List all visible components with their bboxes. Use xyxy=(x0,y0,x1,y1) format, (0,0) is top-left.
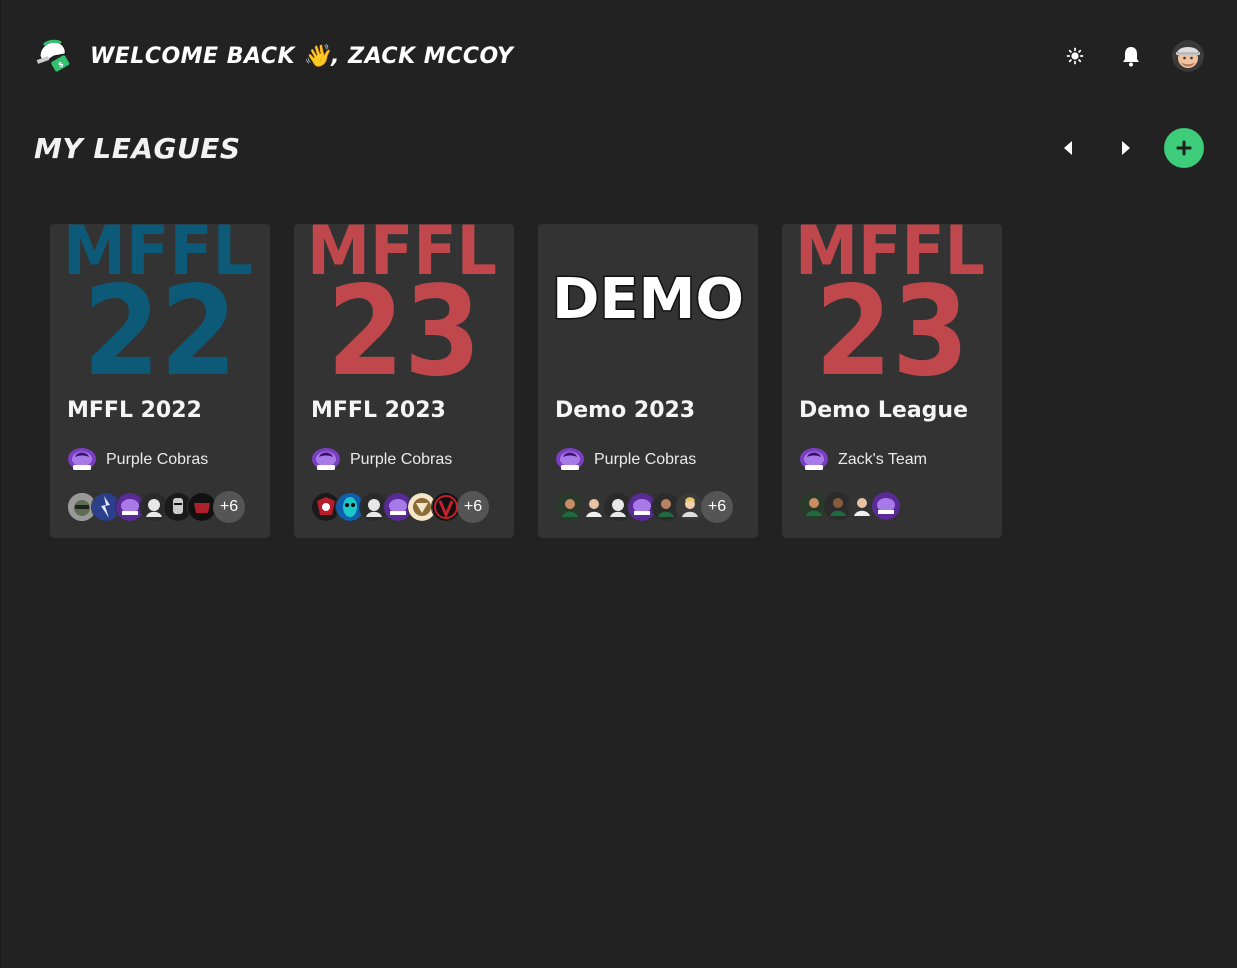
bell-icon xyxy=(1123,47,1139,67)
header-actions xyxy=(1060,40,1204,72)
art-line2: 23 xyxy=(327,260,481,384)
team-name: Purple Cobras xyxy=(350,451,453,468)
plus-icon xyxy=(1176,140,1192,156)
caret-left-icon xyxy=(1064,141,1072,155)
notifications-button[interactable] xyxy=(1116,41,1146,71)
my-team: Zack's Team xyxy=(799,445,927,475)
league-card[interactable]: MFFL 23 Demo League Zack's Team xyxy=(782,224,1002,538)
team-name: Purple Cobras xyxy=(594,451,697,468)
add-league-button[interactable] xyxy=(1164,128,1204,168)
league-image: DEMO xyxy=(551,266,746,334)
league-image: MFFL 23 xyxy=(307,224,497,384)
user-avatar[interactable] xyxy=(1172,40,1204,72)
more-members-badge: +6 xyxy=(213,491,245,523)
league-card[interactable]: DEMO Demo 2023 Purple Cobras +6 xyxy=(538,224,758,538)
app-logo-icon[interactable]: $ xyxy=(34,36,74,76)
league-name: MFFL 2023 xyxy=(311,398,446,423)
my-team: Purple Cobras xyxy=(311,445,452,475)
purple-cobras-logo-icon xyxy=(556,448,584,470)
league-name: Demo League xyxy=(799,398,968,423)
league-card[interactable]: MFFL 23 MFFL 2023 Purple Cobras +6 xyxy=(294,224,514,538)
art-line2: 23 xyxy=(815,260,969,384)
theme-toggle-button[interactable] xyxy=(1060,41,1090,71)
team-name: Zack's Team xyxy=(838,451,928,468)
page: $ Welcome Back 👋, Zack McCoy xyxy=(0,0,1237,968)
league-card[interactable]: MFFL 22 MFFL 2022 Purple Cobras +6 xyxy=(50,224,270,538)
member-avatars: +6 xyxy=(311,491,489,523)
carousel-controls xyxy=(1048,128,1204,168)
top-header: $ Welcome Back 👋, Zack McCoy xyxy=(34,34,1204,78)
art-line2: 22 xyxy=(83,260,237,384)
more-members-badge: +6 xyxy=(457,491,489,523)
league-name: Demo 2023 xyxy=(555,398,696,423)
next-button[interactable] xyxy=(1106,128,1146,168)
league-image: MFFL 23 xyxy=(795,224,985,384)
member-avatars: +6 xyxy=(555,491,733,523)
more-members-badge: +6 xyxy=(701,491,733,523)
my-team: Purple Cobras xyxy=(67,445,208,475)
purple-cobras-logo-icon xyxy=(68,448,96,470)
purple-cobras-logo-icon xyxy=(312,448,340,470)
purple-cobras-logo-icon xyxy=(800,448,828,470)
member-avatar xyxy=(871,491,901,521)
member-avatars xyxy=(799,491,901,521)
my-team: Purple Cobras xyxy=(555,445,696,475)
league-cards: MFFL 22 MFFL 2022 Purple Cobras +6 MFFL … xyxy=(50,224,1002,538)
previous-button[interactable] xyxy=(1048,128,1088,168)
sun-icon xyxy=(1066,47,1084,65)
caret-right-icon xyxy=(1122,141,1130,155)
member-avatars: +6 xyxy=(67,491,245,523)
league-name: MFFL 2022 xyxy=(67,398,202,423)
league-image: MFFL 22 xyxy=(63,224,253,384)
brand: $ Welcome Back 👋, Zack McCoy xyxy=(34,36,514,76)
art-text: DEMO xyxy=(552,267,744,332)
welcome-title: Welcome Back 👋, Zack McCoy xyxy=(90,43,514,69)
team-name: Purple Cobras xyxy=(106,451,209,468)
leagues-section-header: My Leagues xyxy=(34,126,1204,170)
section-title: My Leagues xyxy=(34,131,241,165)
